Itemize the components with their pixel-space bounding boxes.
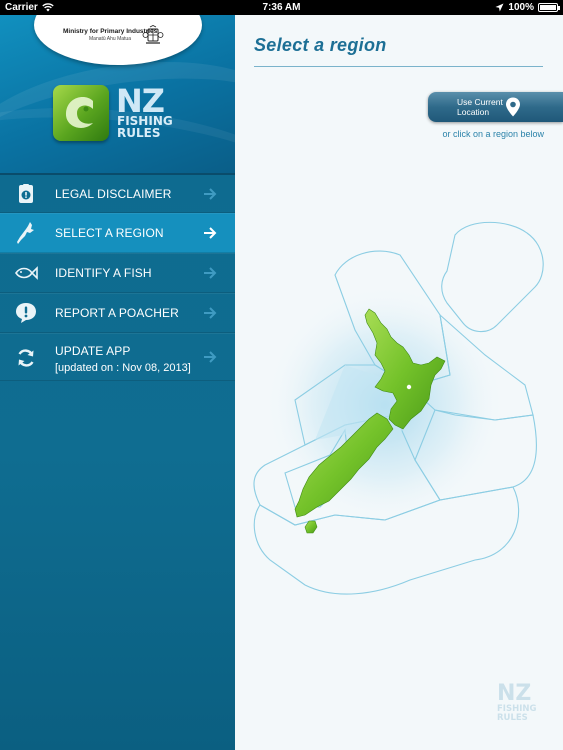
logo-tile <box>53 85 109 141</box>
title-divider <box>254 66 543 67</box>
app-logo: NZ FISHING RULES <box>53 82 178 149</box>
arrow-right-icon <box>204 227 217 239</box>
logo-line-rules: RULES <box>117 126 161 140</box>
menu-label: IDENTIFY A FISH <box>55 266 152 280</box>
status-right: 100% <box>495 2 560 13</box>
wifi-icon <box>42 3 54 12</box>
menu-item-identify-a-fish[interactable]: IDENTIFY A FISH <box>0 253 235 293</box>
menu-label: REPORT A POACHER <box>55 306 179 320</box>
page-title: Select a region <box>254 35 387 55</box>
carrier-label: Carrier <box>5 2 38 13</box>
region-hint: or click on a region below <box>442 129 544 139</box>
status-time: 7:36 AM <box>262 2 301 13</box>
battery-fill <box>540 5 556 10</box>
battery-icon <box>538 3 560 12</box>
arrow-right-icon <box>204 307 217 319</box>
region-icon <box>14 221 38 245</box>
arrow-right-icon <box>204 267 217 279</box>
menu-label: UPDATE APP <box>55 344 131 358</box>
battery-percent: 100% <box>508 2 534 13</box>
refresh-icon <box>14 346 38 370</box>
disclaimer-icon <box>14 182 38 206</box>
status-bar: Carrier 7:36 AM 100% <box>0 0 563 15</box>
menu-label: LEGAL DISCLAIMER <box>55 186 172 201</box>
arrow-right-icon <box>204 187 217 200</box>
map-pin-icon <box>506 97 520 117</box>
coat-of-arms-icon <box>142 25 164 44</box>
menu-item-select-a-region[interactable]: SELECT A REGION <box>0 213 235 253</box>
menu-label: SELECT A REGION <box>55 226 164 240</box>
sidebar-header: Ministry for Primary Industries Manatū A… <box>0 15 235 173</box>
stewart-island <box>304 520 318 534</box>
update-date: [updated on : Nov 08, 2013] <box>55 362 191 374</box>
watermark-line-rules: RULES <box>497 713 528 723</box>
lake-taupo <box>406 384 412 390</box>
main-panel: Select a region Use Current Location or … <box>235 15 563 750</box>
logo-subtitle: FISHING RULES <box>117 115 173 139</box>
watermark-nz: NZ <box>497 681 532 706</box>
menu-item-update-app[interactable]: UPDATE APP [updated on : Nov 08, 2013] <box>0 333 235 381</box>
sidebar-menu: LEGAL DISCLAIMER SELECT A REGION IDENTIF… <box>0 173 235 381</box>
region-kermadec[interactable] <box>441 221 544 333</box>
use-current-location-button[interactable]: Use Current Location <box>428 92 563 122</box>
menu-item-report-a-poacher[interactable]: REPORT A POACHER <box>0 293 235 333</box>
fish-icon <box>14 261 38 285</box>
fish-hook-logo-icon <box>65 97 93 128</box>
watermark-logo: NZ FISHING RULES <box>497 683 547 737</box>
alert-icon <box>14 301 38 325</box>
sidebar: Ministry for Primary Industries Manatū A… <box>0 15 235 750</box>
status-left: Carrier <box>5 2 54 13</box>
region-map <box>253 221 544 595</box>
location-arrow-icon <box>495 3 504 12</box>
arrow-right-icon <box>204 351 217 363</box>
menu-item-legal-disclaimer[interactable]: LEGAL DISCLAIMER <box>0 173 235 213</box>
